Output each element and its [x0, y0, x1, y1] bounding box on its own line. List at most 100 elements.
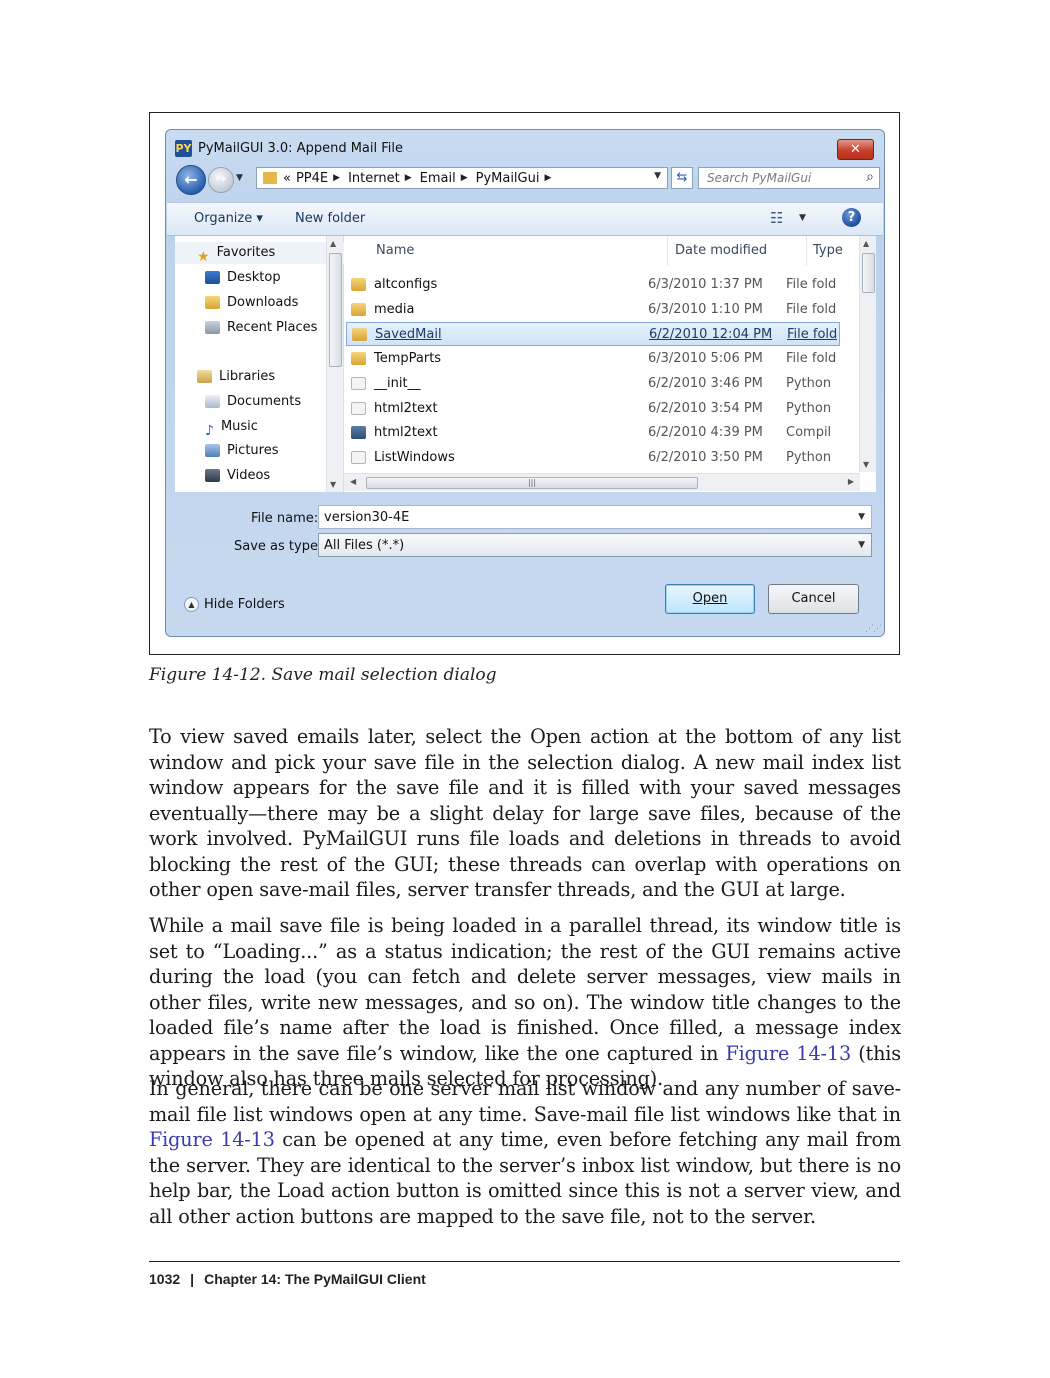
- chevron-right-icon[interactable]: ▶: [405, 173, 412, 183]
- file-row[interactable]: TempParts 6/3/2010 5:06 PM File fold: [346, 347, 840, 371]
- chevron-down-icon[interactable]: ▼: [858, 512, 865, 522]
- figure-link[interactable]: Figure 14-13: [149, 1128, 275, 1151]
- scroll-up-icon[interactable]: ▲: [863, 239, 869, 248]
- libraries-icon: [197, 370, 212, 383]
- column-header-date-modified[interactable]: Date modified: [675, 236, 767, 266]
- file-date: 6/3/2010 1:10 PM: [648, 302, 763, 317]
- nav-item-favorites[interactable]: ★ Favorites: [175, 242, 347, 265]
- file-name: html2text: [374, 401, 438, 416]
- view-dropdown-icon[interactable]: ▼: [799, 213, 806, 223]
- scrollbar-thumb[interactable]: [862, 253, 875, 293]
- folder-icon: [351, 303, 366, 316]
- chevron-down-icon[interactable]: ▼: [858, 540, 865, 550]
- file-date: 6/2/2010 3:46 PM: [648, 376, 763, 391]
- file-row[interactable]: ListWindows 6/2/2010 3:50 PM Python: [346, 446, 840, 470]
- nav-item-libraries[interactable]: Libraries: [175, 366, 275, 388]
- folder-icon: [352, 328, 367, 341]
- title-bar: PY PyMailGUI 3.0: Append Mail File ✕: [166, 130, 884, 160]
- file-row[interactable]: altconfigs 6/3/2010 1:37 PM File fold: [346, 273, 840, 297]
- back-arrow-icon[interactable]: ←: [176, 165, 206, 195]
- nav-item-pictures[interactable]: Pictures: [175, 440, 278, 462]
- figure-caption: Figure 14-12. Save mail selection dialog: [149, 665, 497, 685]
- file-name: SavedMail: [375, 327, 442, 342]
- file-name: __init__: [374, 376, 421, 391]
- nav-label: Downloads: [227, 295, 299, 310]
- scroll-right-icon[interactable]: ▶: [848, 477, 854, 486]
- breadcrumb-item[interactable]: Internet: [348, 171, 400, 186]
- nav-label: Documents: [227, 394, 302, 409]
- open-button[interactable]: Open: [665, 584, 755, 614]
- nav-item-recent-places[interactable]: Recent Places: [175, 317, 317, 339]
- resize-grip-icon[interactable]: ⋰⋰: [865, 624, 882, 634]
- search-icon[interactable]: ⌕: [866, 169, 874, 185]
- files-horizontal-scrollbar[interactable]: ◀ ||| ▶: [344, 473, 860, 491]
- navigation-bar: ← → ▼ « PP4E ▶ Internet ▶ Email ▶ PyMail…: [174, 164, 880, 195]
- breadcrumb-item[interactable]: PP4E: [296, 171, 328, 186]
- scrollbar-thumb[interactable]: |||: [366, 477, 698, 489]
- folder-icon: [263, 172, 277, 184]
- address-bar[interactable]: « PP4E ▶ Internet ▶ Email ▶ PyMailGui ▶ …: [256, 167, 668, 189]
- file-name: TempParts: [374, 351, 442, 366]
- forward-arrow-icon[interactable]: →: [208, 167, 234, 193]
- file-row[interactable]: media 6/3/2010 1:10 PM File fold: [346, 298, 840, 322]
- column-header-type[interactable]: Type: [813, 236, 843, 266]
- nav-label: Music: [220, 419, 258, 434]
- file-type: Python: [786, 376, 832, 391]
- file-name: ListWindows: [374, 450, 455, 465]
- figure-link[interactable]: Figure 14-13: [726, 1042, 852, 1065]
- scroll-down-icon[interactable]: ▼: [863, 460, 869, 469]
- file-row[interactable]: html2text 6/2/2010 4:39 PM Compil: [346, 421, 840, 445]
- chevron-right-icon[interactable]: ▶: [544, 173, 551, 183]
- star-icon: ★: [197, 249, 210, 265]
- hide-folders-toggle[interactable]: ▲ Hide Folders: [184, 597, 285, 612]
- nav-item-videos[interactable]: Videos: [175, 465, 270, 487]
- column-divider[interactable]: [806, 236, 807, 266]
- python-file-icon: [351, 377, 366, 390]
- address-dropdown-icon[interactable]: ▼: [654, 171, 661, 181]
- file-type: File fold: [786, 302, 836, 317]
- folder-icon: [351, 278, 366, 291]
- close-button[interactable]: ✕: [837, 139, 874, 160]
- file-type: File fold: [786, 351, 836, 366]
- column-divider[interactable]: [667, 236, 668, 266]
- file-row[interactable]: html2text 6/2/2010 3:54 PM Python: [346, 397, 840, 421]
- refresh-icon[interactable]: ⇆: [671, 167, 693, 189]
- footer-rule: [149, 1261, 900, 1262]
- chapter-title: Chapter 14: The PyMailGUI Client: [204, 1271, 426, 1287]
- chevron-up-icon: ▲: [184, 597, 199, 612]
- save-as-type-select[interactable]: All Files (*.*) ▼: [318, 533, 872, 557]
- page-number: 1032: [149, 1271, 181, 1287]
- organize-menu-button[interactable]: Organize ▾: [194, 211, 263, 226]
- file-type: Compil: [786, 425, 832, 440]
- nav-vertical-scrollbar[interactable]: ▲ ▼: [326, 236, 343, 492]
- breadcrumb-overflow[interactable]: «: [283, 171, 291, 186]
- chevron-right-icon[interactable]: ▶: [461, 173, 468, 183]
- file-row-selected[interactable]: SavedMail 6/2/2010 12:04 PM File fold: [346, 322, 840, 346]
- nav-label: Libraries: [219, 369, 276, 384]
- view-options-icon[interactable]: ☷: [770, 209, 783, 227]
- search-input[interactable]: Search PyMailGui ⌕: [698, 167, 880, 189]
- scroll-down-icon[interactable]: ▼: [330, 480, 336, 489]
- scroll-up-icon[interactable]: ▲: [330, 239, 336, 248]
- breadcrumb-item[interactable]: Email: [420, 171, 456, 186]
- scrollbar-thumb[interactable]: [329, 253, 342, 367]
- nav-item-desktop[interactable]: Desktop: [175, 267, 281, 289]
- file-name-field[interactable]: version30-4E ▼: [318, 505, 872, 529]
- nav-item-downloads[interactable]: Downloads: [175, 292, 298, 314]
- files-vertical-scrollbar[interactable]: ▲ ▼: [859, 236, 876, 472]
- chevron-right-icon[interactable]: ▶: [333, 173, 340, 183]
- file-date: 6/2/2010 12:04 PM: [649, 327, 773, 342]
- scroll-left-icon[interactable]: ◀: [350, 477, 356, 486]
- new-folder-button[interactable]: New folder: [295, 211, 365, 226]
- column-header-name[interactable]: Name: [376, 236, 414, 266]
- downloads-folder-icon: [205, 296, 220, 309]
- nav-item-music[interactable]: ♪ Music: [175, 416, 258, 439]
- recent-pages-dropdown-icon[interactable]: ▼: [236, 173, 243, 183]
- nav-item-documents[interactable]: Documents: [175, 391, 301, 413]
- help-icon[interactable]: ?: [842, 208, 861, 227]
- save-as-type-value: All Files (*.*): [324, 538, 405, 553]
- breadcrumb-item[interactable]: PyMailGui: [476, 171, 540, 186]
- cancel-button[interactable]: Cancel: [768, 584, 859, 614]
- file-row[interactable]: __init__ 6/2/2010 3:46 PM Python: [346, 372, 840, 396]
- python-app-icon: PY: [175, 140, 192, 157]
